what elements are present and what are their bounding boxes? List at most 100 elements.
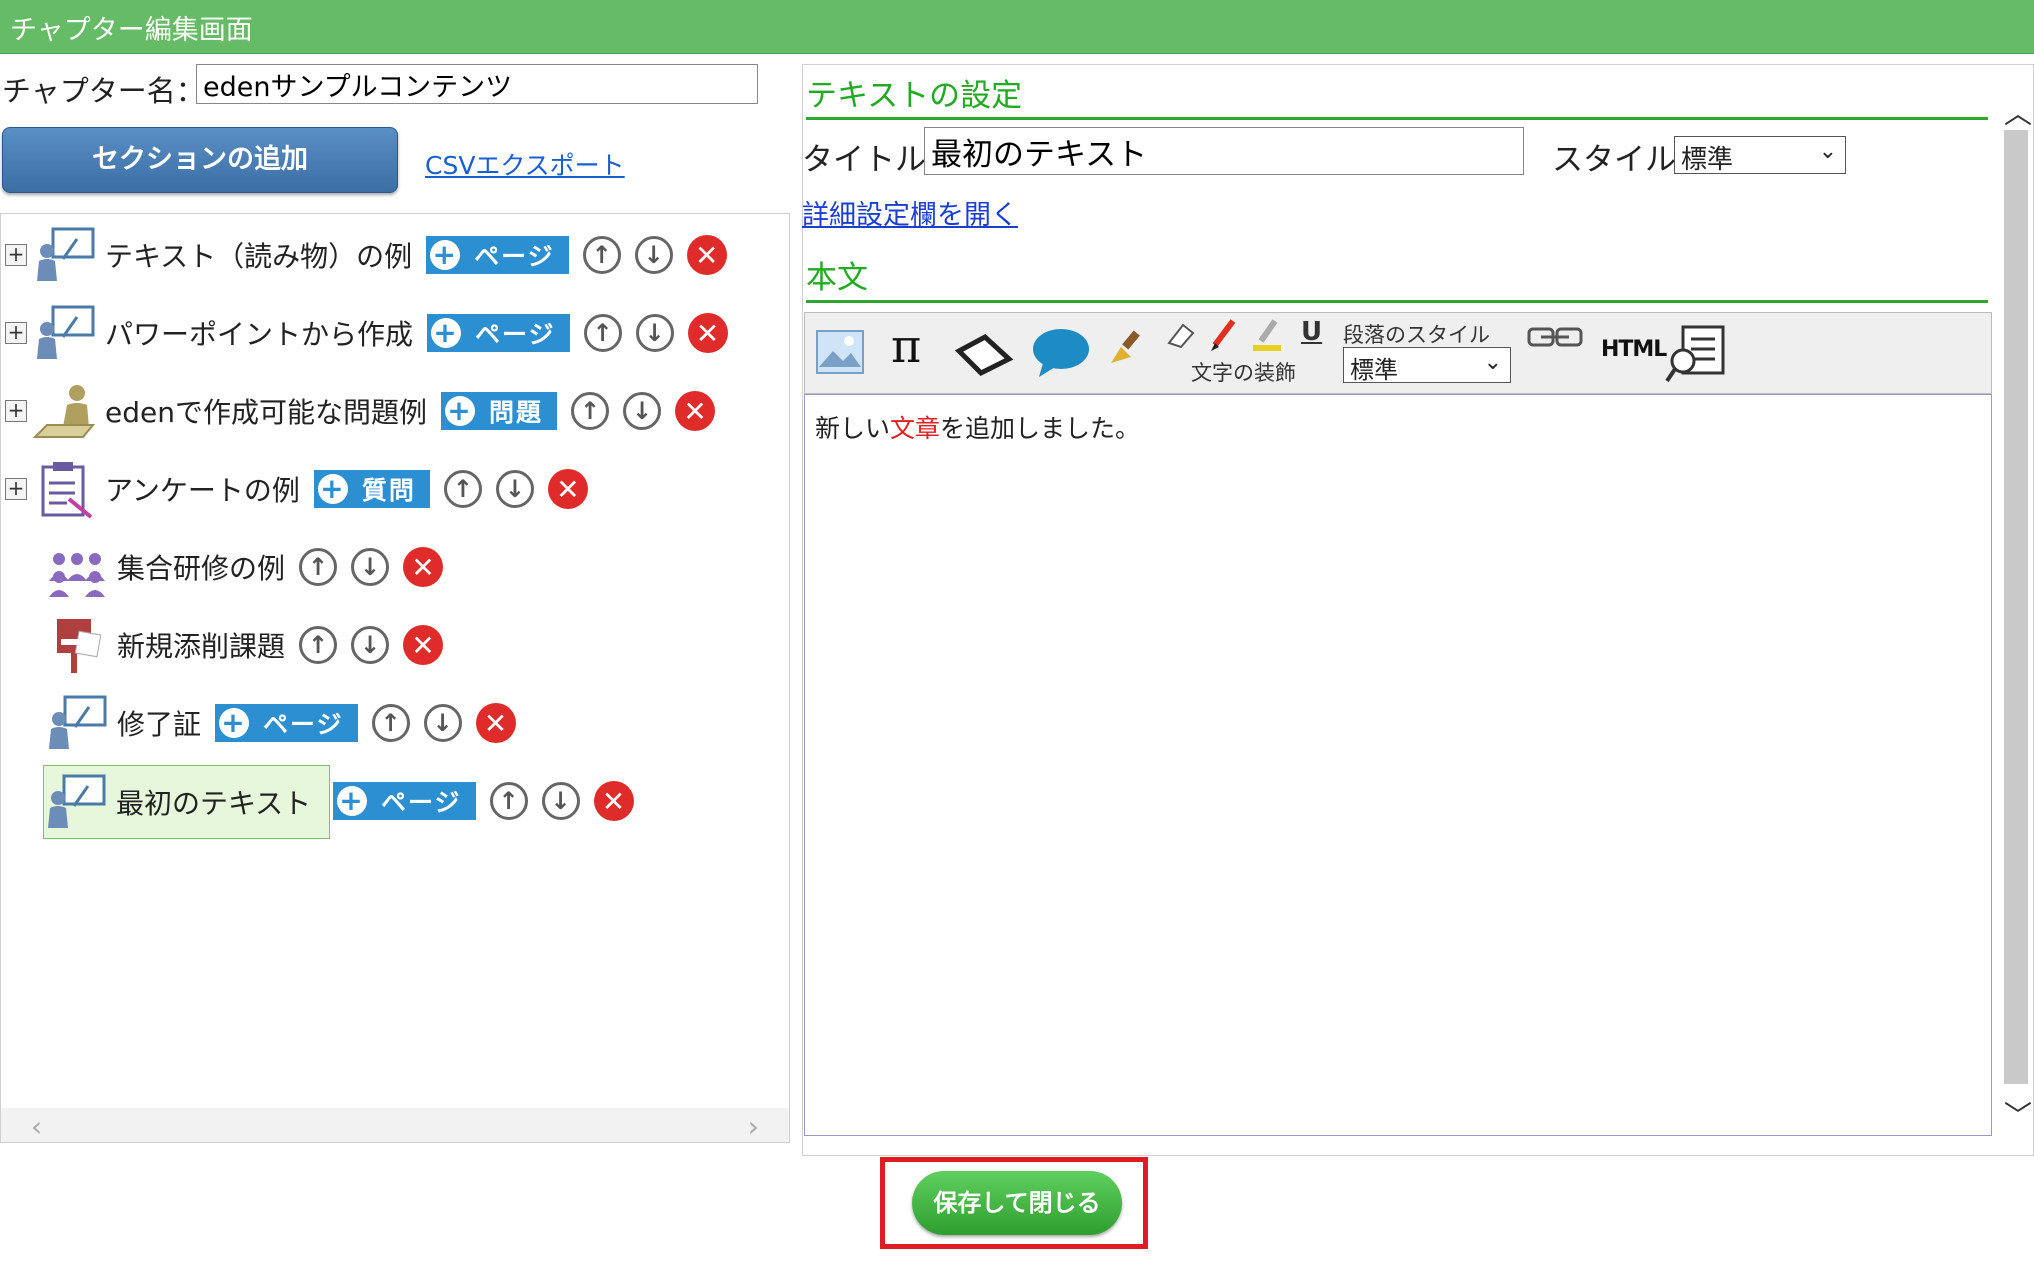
move-down-icon[interactable]: ↓ [623,392,661,430]
tree-item-label[interactable]: テキスト（読み物）の例 [105,235,412,275]
add-section-button[interactable]: セクションの追加 [2,127,398,193]
lecture-icon [49,695,107,749]
tree-item-label[interactable]: アンケートの例 [105,469,300,509]
move-up-icon[interactable]: ↑ [582,236,621,274]
delete-icon[interactable]: ✕ [675,391,715,431]
postbox-icon [57,619,102,673]
paragraph-style-select[interactable]: 標準 ⌄ [1343,347,1511,384]
tree-row[interactable]: + パワーポイントから作成 + ページ ↑ ↓ ✕ [5,303,728,363]
horizontal-scrollbar[interactable]: ‹ › [1,1108,789,1143]
scroll-up-icon[interactable]: ︿ [2004,92,2032,132]
vertical-scrollbar[interactable]: ︿ ﹀ [2002,92,2032,1134]
clipboard-icon [41,462,93,519]
add-page-button[interactable]: + ページ [215,704,358,742]
move-up-icon[interactable]: ↑ [443,470,482,508]
scrollbar-thumb[interactable] [2004,130,2028,1084]
csv-export-link[interactable]: CSVエクスポート [425,146,625,182]
expand-icon[interactable]: + [5,400,27,422]
scroll-left-icon[interactable]: ‹ [31,1110,42,1143]
delete-icon[interactable]: ✕ [687,313,728,353]
delete-icon[interactable]: ✕ [686,235,727,275]
add-survey-question-button[interactable]: + 質問 [313,470,430,508]
tree-item-label[interactable]: 最初のテキスト [116,782,311,822]
move-down-icon[interactable]: ↓ [423,704,462,742]
move-down-icon[interactable]: ↓ [351,626,390,664]
divider [806,300,1988,303]
eraser-icon[interactable] [1165,319,1197,351]
lecture-icon [48,774,106,828]
add-page-button[interactable]: + ページ [426,236,569,274]
style-select[interactable]: 標準 ⌄ [1674,136,1846,175]
tree-item-label[interactable]: 修了証 [117,703,201,743]
tree-row-selected[interactable]: 最初のテキスト [43,765,331,839]
save-and-close-button[interactable]: 保存して閉じる [912,1171,1122,1235]
format-brush-icon[interactable] [1107,329,1147,369]
html-source-icon[interactable]: HTML [1601,337,1667,362]
tree-row[interactable]: + アンケートの例 + 質問 ↑ ↓ ✕ [5,459,588,519]
plus-icon: + [219,708,250,738]
delete-icon[interactable]: ✕ [403,625,444,665]
open-detail-settings-link[interactable]: 詳細設定欄を開く [802,193,1018,232]
add-page-button[interactable]: + ページ [333,782,476,820]
plus-icon: + [317,474,348,504]
style-label: スタイル: [1552,142,1687,178]
lecture-icon [37,227,95,281]
group-training-icon [49,553,105,597]
plus-icon: + [431,318,462,348]
move-down-icon[interactable]: ↓ [351,548,390,586]
underline-icon[interactable]: U [1301,317,1322,347]
tree-row[interactable]: + edenで作成可能な問題例 + 問題 ↑ ↓ ✕ [5,381,715,441]
move-down-icon[interactable]: ↓ [634,236,673,274]
expand-icon[interactable]: + [5,478,27,500]
text-color-pen-icon[interactable] [1207,317,1239,353]
title-label: タイトル: [802,142,937,178]
move-down-icon[interactable]: ↓ [541,782,580,820]
move-down-icon[interactable]: ↓ [635,314,674,352]
image-icon[interactable] [815,327,865,377]
plus-icon: + [444,396,475,426]
move-up-icon[interactable]: ↑ [489,782,528,820]
tree-item-label[interactable]: パワーポイントから作成 [105,313,413,353]
speech-bubble-icon[interactable] [1031,327,1091,379]
expand-icon[interactable]: + [5,322,27,344]
window-header: チャプター編集画面 [0,0,2034,54]
link-icon[interactable] [1527,323,1583,353]
equation-pi-icon[interactable]: π [891,319,921,373]
tree-row[interactable]: 新規添削課題 ↑ ↓ ✕ [45,615,444,675]
editor-toolbar: π U 文字の装飾 段落のスタイル 標準 ⌄ HTML [804,312,1992,394]
editor-content[interactable]: 新しい文章を追加しました。 [815,409,1140,445]
tree-row[interactable]: 集合研修の例 ↑ ↓ ✕ [45,537,444,597]
add-page-button[interactable]: + ページ [427,314,570,352]
tree-row[interactable]: + テキスト（読み物）の例 + ページ ↑ ↓ ✕ [5,225,727,285]
chapter-name-input[interactable] [196,64,758,104]
delete-icon[interactable]: ✕ [403,547,444,587]
tree-row-actions: + ページ ↑ ↓ ✕ [333,771,634,831]
body-editor[interactable]: 新しい文章を追加しました。 [804,394,1992,1136]
move-up-icon[interactable]: ↑ [571,392,609,430]
delete-icon[interactable]: ✕ [593,781,634,821]
expand-icon[interactable]: + [5,244,27,266]
decoration-label: 文字の装飾 [1191,361,1296,385]
tree-item-label[interactable]: 新規添削課題 [117,625,285,665]
body-heading: 本文 [806,260,868,296]
tree-item-label[interactable]: edenで作成可能な問題例 [105,391,427,431]
tree-row[interactable]: 修了証 + ページ ↑ ↓ ✕ [45,693,516,753]
add-question-button[interactable]: + 問題 [440,392,557,430]
preview-icon[interactable] [1665,323,1727,385]
scroll-down-icon[interactable]: ﹀ [2004,1094,2032,1134]
move-up-icon[interactable]: ↑ [299,548,338,586]
chapter-name-label: チャプター名： [2,74,205,108]
scroll-right-icon[interactable]: › [748,1110,759,1143]
section-tree: + テキスト（読み物）の例 + ページ ↑ ↓ ✕ + パワーポイントから作成 +… [0,213,790,1143]
move-down-icon[interactable]: ↓ [495,470,534,508]
move-up-icon[interactable]: ↑ [583,314,622,352]
delete-icon[interactable]: ✕ [547,469,588,509]
chevron-down-icon: ⌄ [1483,350,1502,375]
title-input[interactable] [924,127,1524,175]
tree-item-label[interactable]: 集合研修の例 [117,547,285,587]
move-up-icon[interactable]: ↑ [371,704,410,742]
delete-icon[interactable]: ✕ [475,703,516,743]
highlighter-icon[interactable] [1251,317,1283,353]
shape-icon[interactable] [955,331,1013,377]
move-up-icon[interactable]: ↑ [299,626,338,664]
